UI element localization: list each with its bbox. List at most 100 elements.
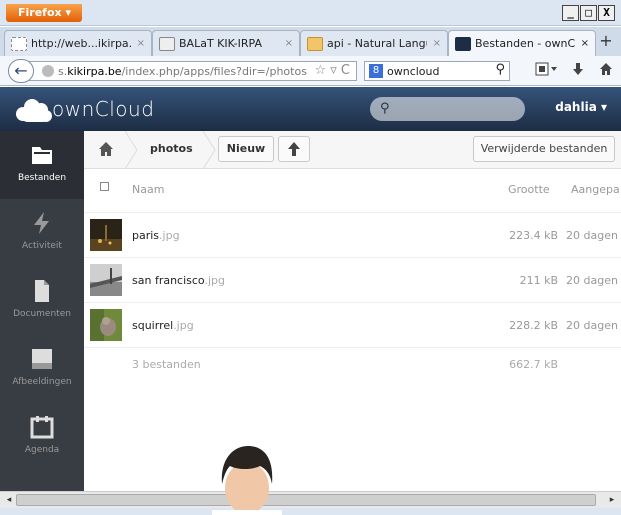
file-modified: 20 dagen <box>566 274 618 287</box>
column-size[interactable]: Grootte <box>508 183 550 196</box>
new-tab-button[interactable]: + <box>595 31 617 53</box>
file-row-san-francisco[interactable]: san francisco.jpg 211 kB 20 dagen <box>84 258 621 303</box>
file-list-summary: 3 bestanden 662.7 kB <box>84 350 621 380</box>
downloads-icon[interactable] <box>571 62 585 76</box>
image-icon <box>32 349 52 369</box>
file-row-squirrel[interactable]: squirrel.jpg 228.2 kB 20 dagen <box>84 303 621 348</box>
owncloud-search-input[interactable]: ⚲ <box>370 97 525 121</box>
sidebar-item-label: Afbeeldingen <box>12 377 72 387</box>
file-extension: .jpg <box>173 319 194 332</box>
bookmarks-menu-icon[interactable] <box>535 62 557 76</box>
owncloud-header: ownCloud ⚲ dahlia ▾ <box>0 87 621 131</box>
maximize-button[interactable]: □ <box>580 5 597 21</box>
file-name[interactable]: san francisco.jpg <box>132 274 225 287</box>
search-engine-icon[interactable]: 8 <box>369 64 383 78</box>
files-controls-bar: photos Nieuw Verwijderde bestanden <box>84 131 621 169</box>
tab-label: http://web...ikirpa.be/ <box>31 37 131 50</box>
file-size: 228.2 kB <box>509 319 558 332</box>
balat-icon <box>159 36 175 51</box>
owncloud-wordmark: ownCloud <box>52 97 155 121</box>
sidebar-item-afbeeldingen[interactable]: Afbeeldingen <box>0 335 84 403</box>
folder-icon <box>32 147 52 164</box>
total-size: 662.7 kB <box>509 358 558 371</box>
minimize-button[interactable]: _ <box>562 5 579 21</box>
file-list-header: Naam Grootte Aangepa <box>84 169 621 213</box>
file-basename: san francisco <box>132 274 205 287</box>
url-prefix: s. <box>58 64 68 78</box>
sidebar-item-label: Agenda <box>24 445 60 455</box>
file-name[interactable]: paris.jpg <box>132 229 180 242</box>
scrollbar-thumb[interactable] <box>16 494 596 506</box>
file-row-paris[interactable]: paris.jpg 223.4 kB 20 dagen <box>84 213 621 258</box>
tab-close-icon[interactable]: × <box>285 38 293 49</box>
tab-kikirpa-web[interactable]: http://web...ikirpa.be/ × <box>4 30 152 56</box>
sidebar-item-label: Documenten <box>13 309 71 319</box>
select-all-checkbox[interactable] <box>100 182 109 191</box>
sidebar-item-label: Bestanden <box>17 173 67 183</box>
file-name[interactable]: squirrel.jpg <box>132 319 194 332</box>
column-name[interactable]: Naam <box>132 183 164 196</box>
tab-api-natural-language[interactable]: api - Natural Langua... × <box>300 30 448 56</box>
deleted-files-button[interactable]: Verwijderde bestanden <box>473 136 615 162</box>
url-path: /index.php/apps/files?dir=/photos <box>121 64 307 78</box>
firefox-menu-button[interactable]: Firefox ▾ <box>6 4 82 22</box>
nav-tools <box>535 62 613 76</box>
tab-label: api - Natural Langua... <box>327 37 427 50</box>
window-bottom-border <box>0 508 621 515</box>
squirrel-thumbnail[interactable] <box>90 309 122 341</box>
horizontal-scrollbar[interactable]: ◂ ▸ <box>0 491 621 508</box>
file-extension: .jpg <box>159 229 180 242</box>
owncloud-favicon-icon <box>455 36 471 51</box>
sidebar-item-agenda[interactable]: Agenda <box>0 403 84 471</box>
search-value: owncloud <box>387 64 440 78</box>
tab-balat[interactable]: BALaT KIK-IRPA × <box>152 30 300 56</box>
paris-thumbnail[interactable] <box>90 219 122 251</box>
sidebar-item-bestanden[interactable]: Bestanden <box>0 131 84 199</box>
back-button[interactable]: ← <box>8 59 34 83</box>
sidebar-item-activiteit[interactable]: Activiteit <box>0 199 84 267</box>
breadcrumb-photos[interactable]: photos <box>150 142 193 155</box>
breadcrumb-separator <box>202 131 216 169</box>
site-identity-icon[interactable] <box>42 65 54 77</box>
tab-close-icon[interactable]: × <box>581 38 589 49</box>
home-icon[interactable] <box>98 141 114 157</box>
owncloud-logo[interactable]: ownCloud <box>16 95 154 123</box>
tab-close-icon[interactable]: × <box>137 38 145 49</box>
window-titlebar: Firefox ▾ _ □ X <box>0 0 621 26</box>
app-sidebar: Bestanden Activiteit Documenten Afbeeldi… <box>0 131 84 491</box>
file-list: Naam Grootte Aangepa paris.jpg 223.4 kB … <box>84 169 621 491</box>
tab-close-icon[interactable]: × <box>433 38 441 49</box>
file-modified: 20 dagen <box>566 319 618 332</box>
file-size: 211 kB <box>519 274 558 287</box>
upload-button[interactable] <box>278 136 310 162</box>
file-extension: .jpg <box>204 274 225 287</box>
search-box[interactable]: 8 owncloud ⚲ <box>364 61 510 81</box>
new-button[interactable]: Nieuw <box>218 136 274 162</box>
lightning-icon <box>34 212 49 234</box>
tab-label: BALaT KIK-IRPA <box>179 37 262 50</box>
column-modified[interactable]: Aangepa <box>571 183 620 196</box>
tab-label: Bestanden - ownClo... <box>475 37 575 50</box>
home-icon[interactable] <box>599 62 613 76</box>
navigation-bar: s. kikirpa.be /index.php/apps/files?dir=… <box>0 56 621 86</box>
tab-bestanden-owncloud[interactable]: Bestanden - ownClo... × <box>448 30 596 56</box>
cloud-logo-icon <box>16 95 52 123</box>
file-basename: squirrel <box>132 319 174 332</box>
file-size: 223.4 kB <box>509 229 558 242</box>
san-francisco-thumbnail[interactable] <box>90 264 122 296</box>
page-icon <box>11 36 27 51</box>
file-basename: paris <box>132 229 160 242</box>
scroll-right-arrow-icon[interactable]: ▸ <box>605 494 619 506</box>
scroll-left-arrow-icon[interactable]: ◂ <box>2 494 16 506</box>
file-modified: 20 dagen <box>566 229 618 242</box>
window-controls: _ □ X <box>561 5 615 21</box>
sidebar-item-documenten[interactable]: Documenten <box>0 267 84 335</box>
upload-arrow-icon <box>288 142 300 156</box>
file-count: 3 bestanden <box>132 358 201 371</box>
search-icon[interactable]: ⚲ <box>495 62 505 77</box>
user-menu[interactable]: dahlia ▾ <box>555 100 607 114</box>
url-bar[interactable]: s. kikirpa.be /index.php/apps/files?dir=… <box>28 61 357 81</box>
breadcrumb-separator <box>124 131 138 169</box>
bookmark-star-icon[interactable]: ☆ ▿ C <box>314 63 350 78</box>
close-window-button[interactable]: X <box>598 5 615 21</box>
